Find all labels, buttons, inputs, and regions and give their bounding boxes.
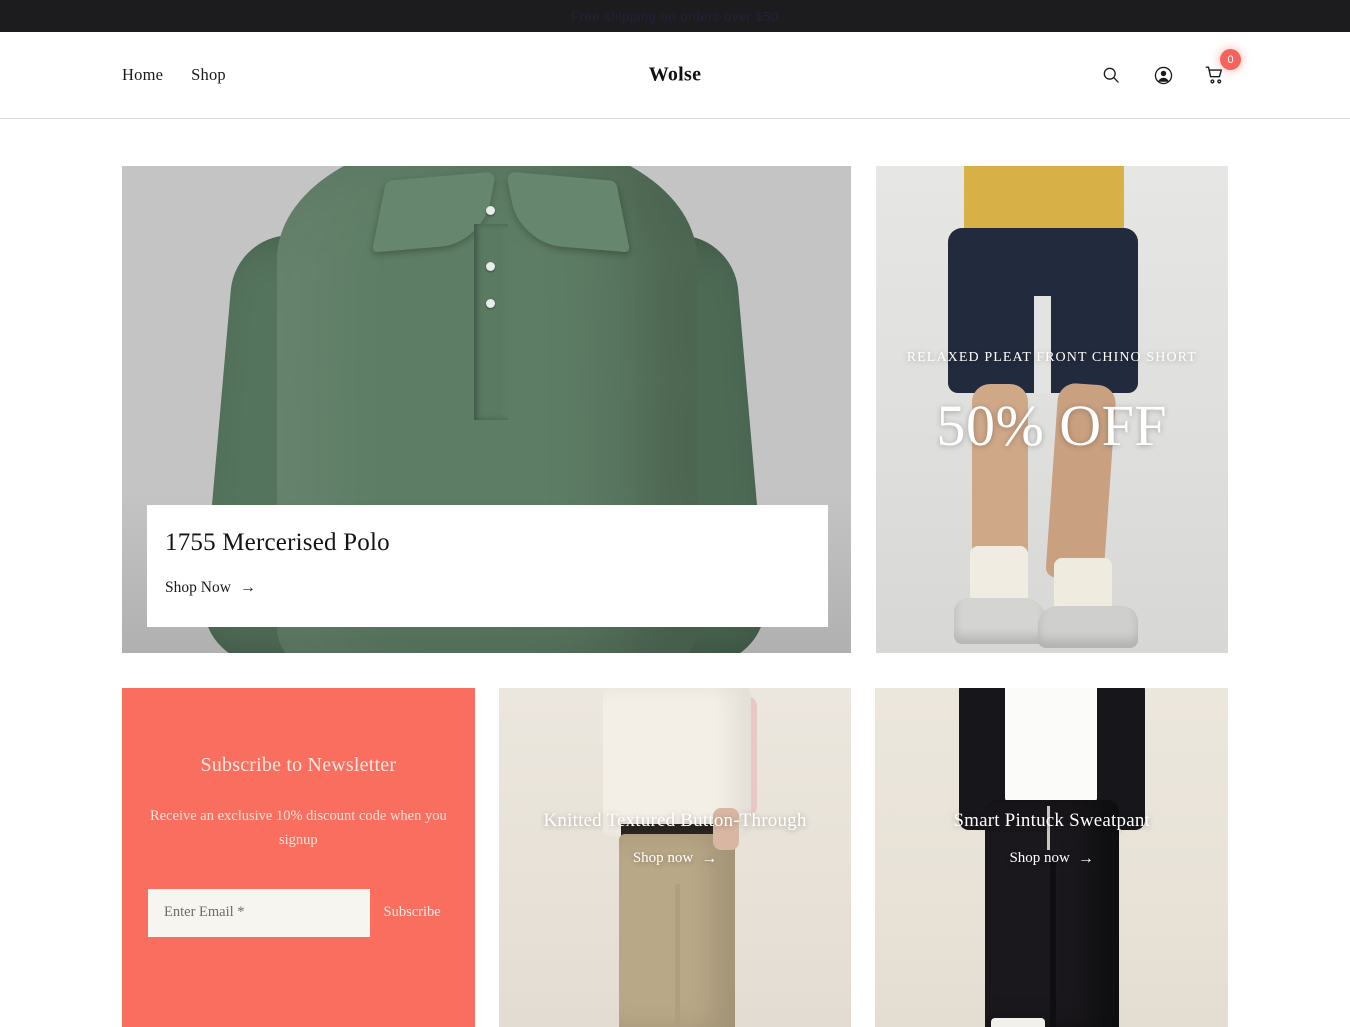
- tile-2-title: Smart Pintuck Sweatpant: [953, 810, 1151, 831]
- newsletter-subscribe-button[interactable]: Subscribe: [370, 904, 449, 921]
- announcement-text: Free shipping on orders over $50: [571, 8, 779, 24]
- tile-1-shop-now-link[interactable]: Shop now →: [633, 850, 717, 867]
- promo-headline: 50% OFF: [936, 392, 1168, 458]
- header-actions: 0: [1098, 49, 1241, 88]
- arrow-right-icon: →: [701, 849, 718, 867]
- tile-1-title: Knitted Textured Button-Through: [543, 810, 807, 831]
- tile-2-shop-now-link[interactable]: Shop now →: [1009, 850, 1093, 867]
- hero-banner[interactable]: 1755 Mercerised Polo Shop Now →: [122, 166, 851, 653]
- announcement-bar: Free shipping on orders over $50: [0, 0, 1350, 32]
- newsletter-email-input[interactable]: [148, 888, 370, 937]
- search-icon[interactable]: [1098, 62, 1124, 88]
- arrow-right-icon: →: [1077, 849, 1094, 867]
- nav-link-shop[interactable]: Shop: [191, 65, 226, 85]
- newsletter-subtitle: Receive an exclusive 10% discount code w…: [149, 808, 447, 848]
- hero-row: 1755 Mercerised Polo Shop Now → RELAXED …: [122, 166, 1228, 653]
- tile-2-cta-label: Shop now: [1009, 850, 1070, 866]
- page-content: 1755 Mercerised Polo Shop Now → RELAXED …: [0, 119, 1350, 1027]
- cart-icon[interactable]: 0: [1202, 49, 1241, 88]
- newsletter-title: Subscribe to Newsletter: [200, 754, 397, 776]
- arrow-right-icon: →: [239, 579, 256, 596]
- feature-row: Subscribe to Newsletter Receive an exclu…: [122, 688, 1229, 1027]
- site-header: Home Shop Wolse 0: [0, 32, 1350, 119]
- hero-cta-label: Shop Now: [165, 579, 231, 596]
- newsletter-form: Subscribe: [148, 888, 449, 937]
- newsletter-card: Subscribe to Newsletter Receive an exclu…: [122, 688, 475, 1027]
- category-tile-knitted-button-through[interactable]: Knitted Textured Button-Through Shop now…: [498, 688, 852, 1027]
- nav-link-home[interactable]: Home: [122, 65, 163, 85]
- account-icon[interactable]: [1150, 62, 1176, 88]
- promo-kicker: RELAXED PLEAT FRONT CHINO SHORT: [906, 349, 1197, 365]
- primary-nav: Home Shop: [122, 65, 226, 85]
- hero-title: 1755 Mercerised Polo: [165, 529, 390, 556]
- brand-logo[interactable]: Wolse: [649, 64, 702, 87]
- cart-count-badge: 0: [1220, 49, 1241, 70]
- tile-2-overlay: Smart Pintuck Sweatpant Shop now →: [875, 688, 1228, 1027]
- tile-1-cta-label: Shop now: [632, 850, 694, 866]
- hero-caption-card: 1755 Mercerised Polo Shop Now →: [147, 505, 828, 627]
- promo-overlay: RELAXED PLEAT FRONT CHINO SHORT 50% OFF: [876, 166, 1228, 653]
- tile-1-overlay: Knitted Textured Button-Through Shop now…: [499, 688, 852, 1027]
- promo-banner[interactable]: RELAXED PLEAT FRONT CHINO SHORT 50% OFF: [875, 166, 1228, 653]
- category-tile-smart-pintuck-sweatpant[interactable]: Smart Pintuck Sweatpant Shop now →: [875, 688, 1229, 1027]
- hero-shop-now-link[interactable]: Shop Now →: [165, 579, 256, 597]
